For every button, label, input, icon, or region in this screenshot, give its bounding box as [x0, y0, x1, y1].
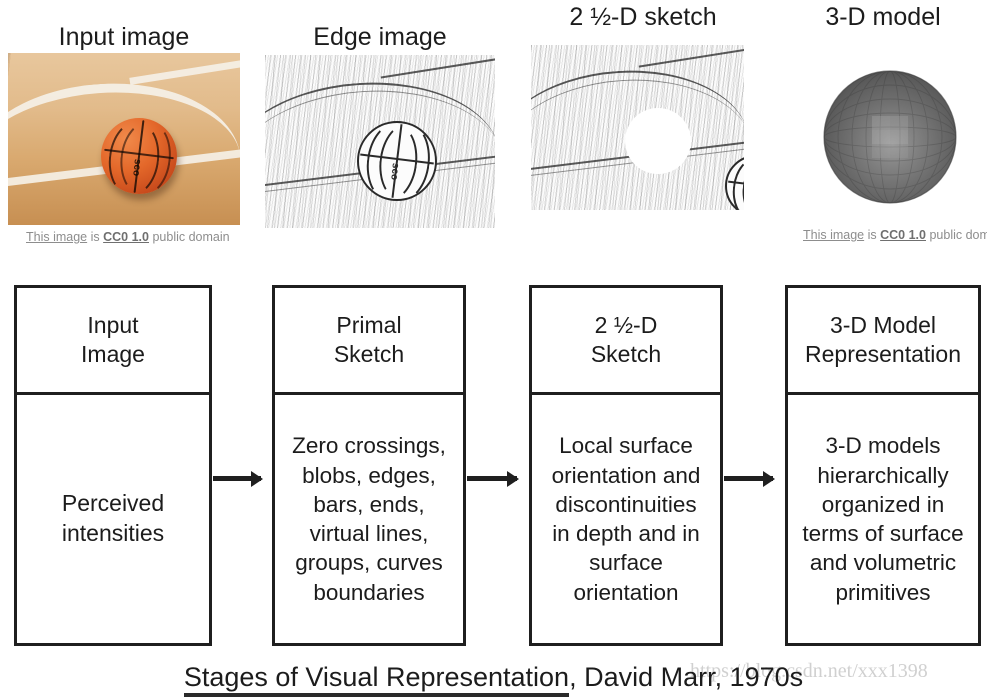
flow-box-1-body: Perceived intensities: [61, 490, 165, 546]
flow-box-3d-model-representation: 3-D Model Representation 3-D models hier…: [785, 285, 981, 646]
edge-basketball-icon: sco: [357, 120, 437, 205]
right-arrow-icon-3: [724, 476, 773, 481]
caption-rest-part: , David Marr, 1970s: [569, 662, 804, 692]
right-arrow-icon-2: [467, 476, 517, 481]
attribution-right-tail: public domai: [929, 228, 987, 242]
flow-box-primal-sketch: Primal Sketch Zero crossings, blobs, edg…: [272, 285, 466, 646]
shaded-sphere-icon: [800, 60, 980, 215]
attribution-left-link-license[interactable]: CC0 1.0: [103, 230, 149, 244]
edge-basketball-brand-text: sco: [387, 162, 401, 181]
attribution-left-link-image[interactable]: This image: [26, 230, 87, 244]
basketball-brand-text: sco: [130, 158, 144, 178]
flow-box-2-body: Zero crossings, blobs, edges, bars, ends…: [292, 433, 446, 605]
attribution-right-link-license[interactable]: CC0 1.0: [880, 228, 926, 242]
flow-box-3-header: 2 ½-D Sketch: [532, 288, 720, 395]
flow-box-4-header: 3-D Model Representation: [788, 288, 978, 395]
column-title-edge-image: Edge image: [313, 23, 447, 51]
attribution-left-mid: is: [87, 230, 104, 244]
attribution-right-mid: is: [864, 228, 881, 242]
attribution-right: This image is CC0 1.0 public domai: [803, 228, 987, 242]
flow-box-3-body: Local surface orientation and discontinu…: [551, 433, 701, 605]
column-title-sketch-image: 2 ½-D sketch: [569, 3, 717, 31]
column-title-3d-model: 3-D model: [825, 3, 941, 31]
flow-box-2-and-half-d-sketch: 2 ½-D Sketch Local surface orientation a…: [529, 285, 723, 646]
depth-sketch-image-icon: sco: [531, 45, 744, 210]
white-depth-blob: [624, 107, 691, 174]
attribution-left-tail: public domain: [148, 230, 230, 244]
flow-box-input-image: Input Image Perceived intensities: [14, 285, 212, 646]
flow-box-1-header: Input Image: [17, 288, 209, 395]
right-arrow-icon-1: [213, 476, 261, 481]
edge-filtered-image-icon: sco: [265, 55, 495, 228]
column-title-input-image: Input image: [58, 23, 190, 51]
attribution-right-link-image[interactable]: This image: [803, 228, 864, 242]
sphere-svg: [823, 70, 957, 204]
flow-box-2-header: Primal Sketch: [275, 288, 463, 395]
sphere-render: [800, 60, 980, 215]
caption-underlined-part: Stages of Visual Representation: [183, 662, 570, 697]
photo-basketball-court-icon: sco: [8, 53, 240, 225]
figure-caption: Stages of Visual Representation, David M…: [0, 662, 987, 697]
flow-box-4-body: 3-D models hierarchically organized in t…: [802, 433, 964, 605]
basketball-icon: sco: [100, 117, 177, 199]
attribution-left: This image is CC0 1.0 public domain: [26, 230, 230, 244]
